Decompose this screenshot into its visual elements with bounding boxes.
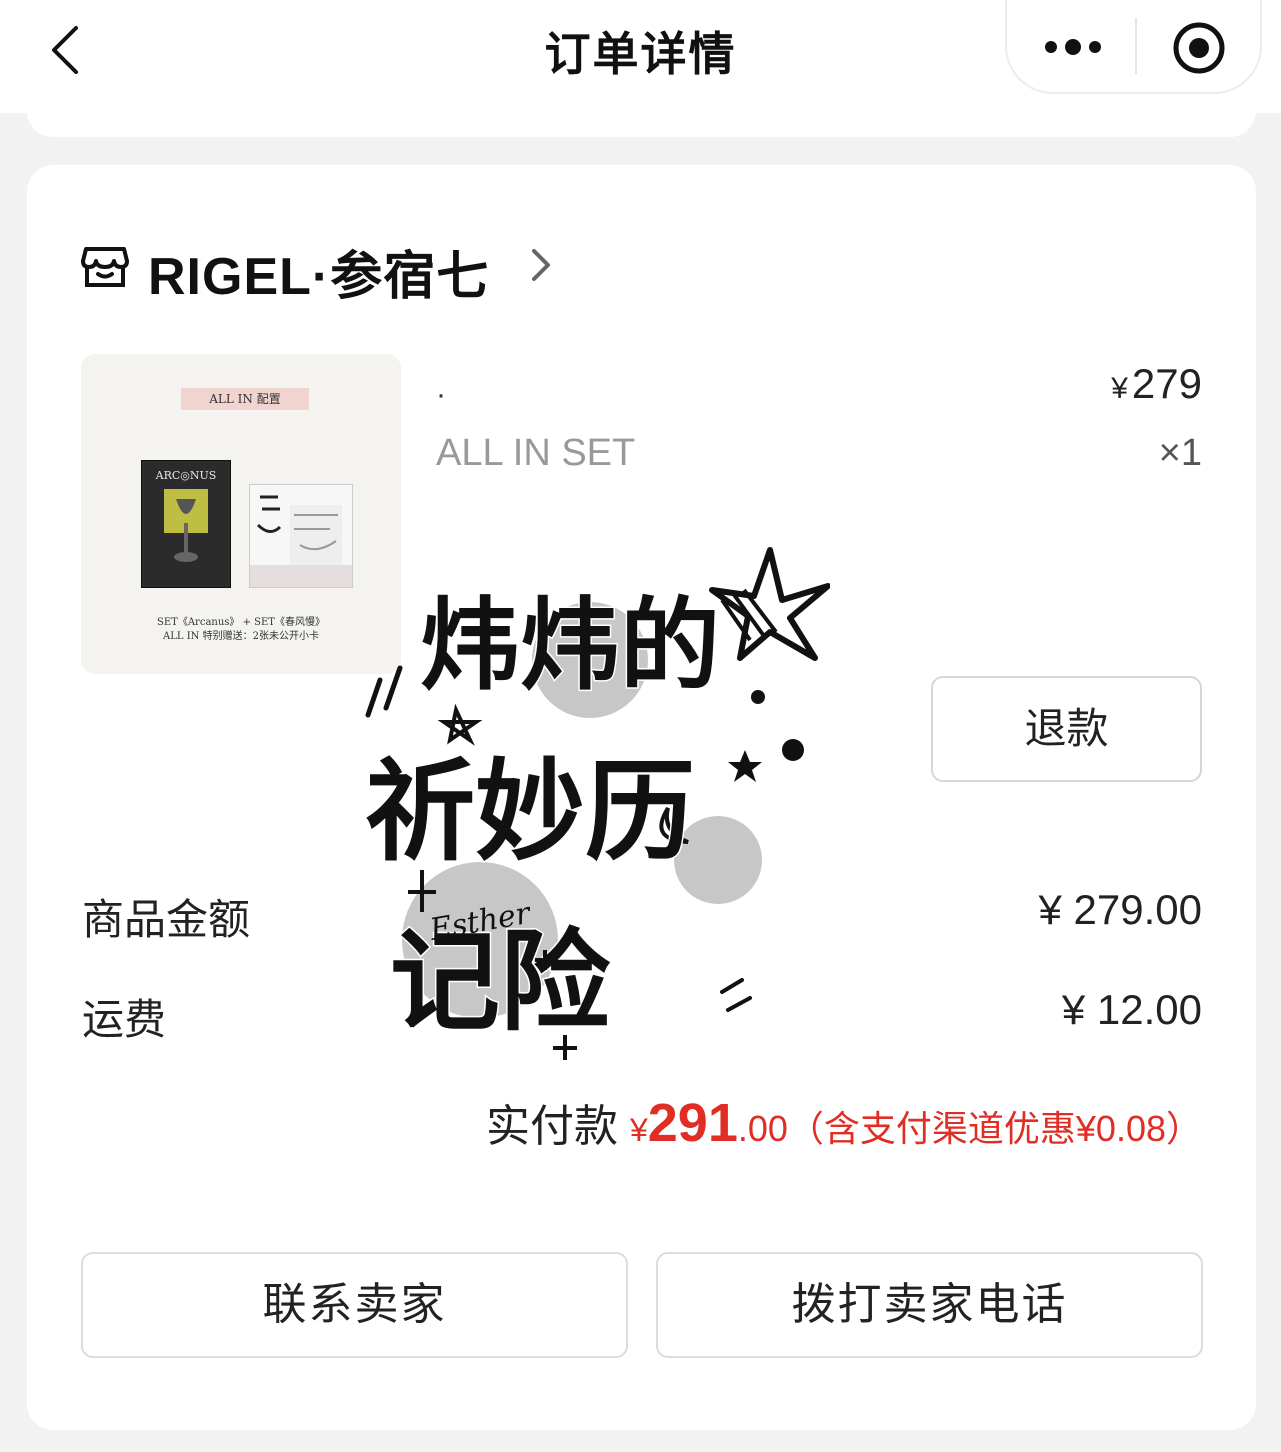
paid-discount-note: （含支付渠道优惠¥0.08） [787,1108,1202,1149]
thumb-album-cover: ARC◎NUS [141,460,231,588]
thumb-badge-text: ALL IN 配置 [181,388,309,410]
contact-seller-button[interactable]: 联系卖家 [81,1252,628,1358]
top-navigation-bar: 订单详情 [0,0,1281,113]
watermark-sticker: 炜炜的 祈妙历 记险 Esther [364,547,830,1060]
product-title: · [436,378,446,411]
target-circle-icon[interactable] [1171,20,1227,76]
product-sku: ALL IN SET [436,432,636,474]
shop-icon [81,247,129,287]
paid-label: 实付款 [485,1102,618,1151]
watermark-line3: 记险 [390,918,611,1046]
shipping-value: ¥ 12.00 [1061,986,1202,1033]
paid-integer: 291 [647,1093,738,1153]
thumb-album-title: ARC◎NUS [155,469,217,482]
call-seller-button[interactable]: 拨打卖家电话 [656,1252,1203,1358]
capsule-divider [1135,18,1137,74]
paid-amount-row: 实付款 ¥291.00（含支付渠道优惠¥0.08） [300,1090,1202,1154]
shop-name-link[interactable]: RIGEL·参宿七 [148,234,489,309]
mini-program-capsule [1005,0,1262,94]
previous-card-bottom [27,100,1256,137]
book-illustration [250,495,352,587]
product-quantity: ×1 [1158,432,1202,474]
chevron-right-icon[interactable] [530,247,552,283]
product-price: ¥279 [1000,360,1202,408]
paid-decimal: .00 [737,1108,788,1149]
refund-button[interactable]: 退款 [931,676,1202,782]
price-currency: ¥ [1111,372,1128,405]
goods-amount-label: 商品金额 [82,896,251,943]
thumb-book-cover [249,484,353,588]
more-dots-icon[interactable] [1043,35,1103,59]
shipping-label: 运费 [82,996,167,1043]
paid-currency: ¥ [629,1112,648,1148]
watermark-line2: 祈妙历 [365,748,695,876]
watermark-line1: 炜炜的 [420,587,720,704]
price-value: 279 [1131,360,1202,407]
goods-amount-value: ¥ 279.00 [1038,886,1203,933]
chalice-illustration [164,489,208,562]
